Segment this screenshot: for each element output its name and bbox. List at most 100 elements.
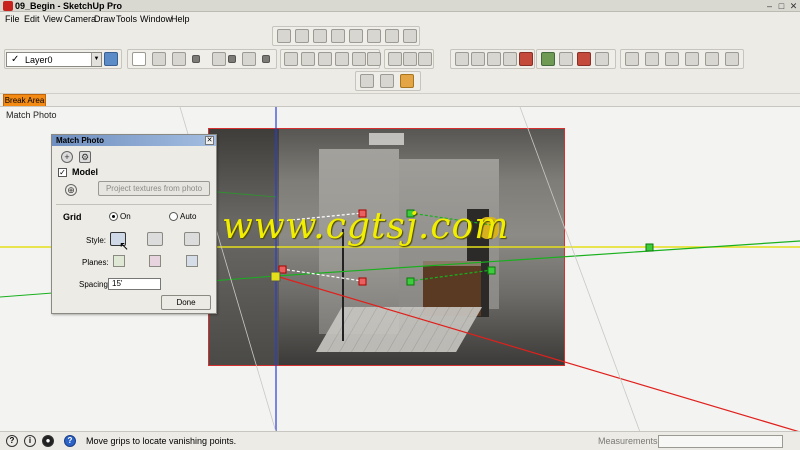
construction-toolbar	[384, 49, 434, 69]
share-model-icon[interactable]	[559, 52, 573, 66]
left-view-icon[interactable]	[367, 29, 381, 43]
select-icon[interactable]	[132, 52, 146, 66]
grid-on-radio[interactable]	[109, 212, 118, 221]
menu-bar: File Edit View Camera Draw Tools Window …	[0, 13, 800, 26]
crosshair-icon[interactable]: ⊕	[65, 184, 77, 196]
iso-view-icon[interactable]	[277, 29, 291, 43]
close-icon[interactable]: ✕	[205, 136, 214, 145]
help-icon[interactable]: ?	[64, 435, 76, 447]
sketchup-app-icon[interactable]	[3, 1, 13, 11]
dropdown-icon[interactable]	[192, 55, 200, 63]
style-above-icon[interactable]	[147, 232, 163, 246]
front-view-icon[interactable]	[313, 29, 327, 43]
position-camera-icon[interactable]	[360, 74, 374, 88]
spacing-input[interactable]: 15'	[108, 278, 161, 290]
wireframe-icon[interactable]	[403, 29, 417, 43]
orbit-icon[interactable]	[455, 52, 469, 66]
menu-tools[interactable]: Tools	[116, 13, 137, 26]
minimize-icon[interactable]: –	[764, 1, 775, 11]
horizon-grip[interactable]	[645, 243, 654, 252]
toolbar-area	[0, 26, 800, 94]
menu-file[interactable]: File	[5, 13, 20, 26]
rotate-icon[interactable]	[352, 52, 366, 66]
model-checkbox[interactable]: ✓	[58, 168, 67, 177]
walk-icon[interactable]	[400, 74, 414, 88]
protractor-icon[interactable]	[418, 52, 432, 66]
rectangle-icon[interactable]	[242, 52, 256, 66]
plane-ground-icon[interactable]	[113, 255, 125, 267]
share-component-icon[interactable]	[577, 52, 591, 66]
plane-blue-icon[interactable]	[186, 255, 198, 267]
zoom-icon[interactable]	[487, 52, 501, 66]
front-house-icon[interactable]	[665, 52, 679, 66]
done-button[interactable]: Done	[161, 295, 211, 310]
grid-auto-radio[interactable]	[169, 212, 178, 221]
pan-icon[interactable]	[471, 52, 485, 66]
grid-label: Grid	[63, 212, 82, 222]
menu-help[interactable]: Help	[171, 13, 190, 26]
style-below-icon[interactable]	[184, 232, 200, 246]
text-icon[interactable]	[403, 52, 417, 66]
model-label: Model	[72, 167, 98, 177]
project-textures-button[interactable]: Project textures from photo	[98, 181, 210, 196]
menu-view[interactable]: View	[43, 13, 62, 26]
geolocation-icon[interactable]: ?	[6, 435, 18, 447]
layer-name: Layer0	[25, 55, 53, 65]
plane-red-green-icon[interactable]	[149, 255, 161, 267]
dropdown-icon[interactable]	[262, 55, 270, 63]
user-icon[interactable]: ●	[42, 435, 54, 447]
chevron-down-icon[interactable]: ▼	[91, 53, 101, 66]
look-around-icon[interactable]	[380, 74, 394, 88]
zoom-extents-icon[interactable]	[519, 52, 533, 66]
back-view-icon[interactable]	[349, 29, 363, 43]
menu-camera[interactable]: Camera	[64, 13, 96, 26]
close-icon[interactable]: ✕	[788, 1, 799, 11]
right-view-icon[interactable]	[331, 29, 345, 43]
arc-icon[interactable]	[212, 52, 226, 66]
menu-edit[interactable]: Edit	[24, 13, 40, 26]
push-pull-icon[interactable]	[284, 52, 298, 66]
offset-icon[interactable]	[318, 52, 332, 66]
iso-house-icon[interactable]	[625, 52, 639, 66]
perspective-bar-green-lower	[409, 269, 493, 282]
vanishing-grip-red-2[interactable]	[358, 277, 367, 286]
status-bar: ? i ● ? Move grips to locate vanishing p…	[0, 431, 800, 450]
title-bar: 09_Begin - SketchUp Pro – □ ✕	[0, 0, 800, 12]
views-toolbar	[272, 26, 420, 46]
xray-icon[interactable]	[385, 29, 399, 43]
settings-gear-icon[interactable]: ⚙	[79, 151, 91, 163]
layer-manager-icon[interactable]	[104, 52, 118, 66]
credits-icon[interactable]: i	[24, 435, 36, 447]
top-house-icon[interactable]	[645, 52, 659, 66]
menu-draw[interactable]: Draw	[94, 13, 115, 26]
origin-grip[interactable]	[270, 271, 281, 282]
add-photo-icon[interactable]: +	[61, 151, 73, 163]
menu-window[interactable]: Window	[140, 13, 172, 26]
grid-line	[519, 107, 641, 431]
dropdown-icon[interactable]	[228, 55, 236, 63]
maximize-icon[interactable]: □	[776, 1, 787, 11]
measurements-label: Measurements	[598, 436, 658, 446]
current-layer-check-icon: ✓	[11, 54, 20, 65]
move-icon[interactable]	[335, 52, 349, 66]
eraser-icon[interactable]	[152, 52, 166, 66]
scene-label: Match Photo	[6, 110, 57, 120]
warehouse-icon[interactable]	[541, 52, 555, 66]
vanishing-grip-green-2[interactable]	[406, 277, 415, 286]
follow-me-icon[interactable]	[301, 52, 315, 66]
style-label: Style:	[86, 236, 107, 245]
right-house-icon[interactable]	[685, 52, 699, 66]
zoom-window-icon[interactable]	[503, 52, 517, 66]
scale-icon[interactable]	[367, 52, 381, 66]
back-house-icon[interactable]	[705, 52, 719, 66]
scene-tab-break-area[interactable]: Break Area	[3, 94, 46, 106]
layer-select[interactable]: ✓ Layer0 ▼	[6, 52, 102, 67]
watermark-text: www.cgtsj.com	[222, 206, 510, 247]
tape-measure-icon[interactable]	[388, 52, 402, 66]
pencil-icon[interactable]	[172, 52, 186, 66]
top-view-icon[interactable]	[295, 29, 309, 43]
extension-warehouse-icon[interactable]	[595, 52, 609, 66]
vanishing-grip-green-3[interactable]	[487, 266, 496, 275]
left-house-icon[interactable]	[725, 52, 739, 66]
measurements-input[interactable]	[658, 435, 783, 448]
